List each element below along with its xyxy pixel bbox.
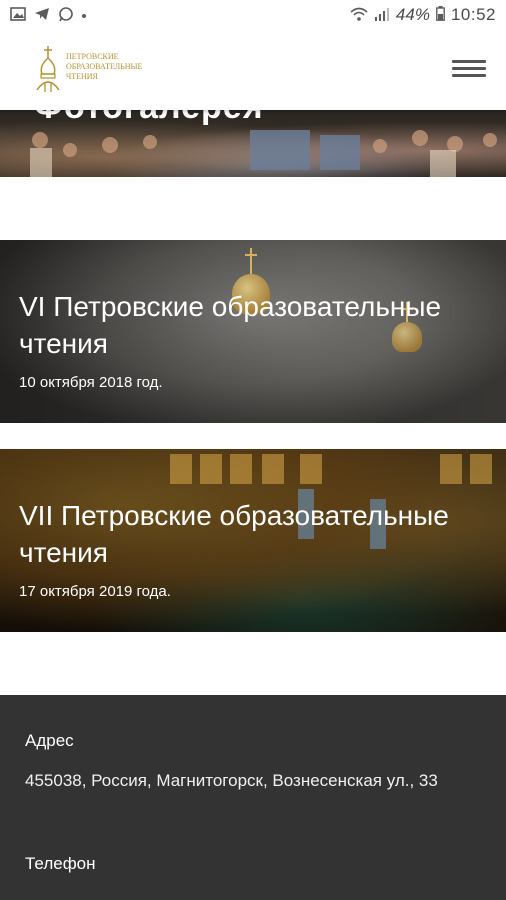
event-card[interactable]: VII Петровские образовательные чтения 17… [0,449,506,632]
status-bar: 44% 10:52 [0,0,506,30]
wifi-icon [350,7,368,24]
site-logo[interactable]: Петровские образовательные чтения [33,44,143,96]
address-label: Адрес [25,731,74,750]
cross-icon [245,248,257,274]
signal-icon [374,7,390,24]
event-title: VI Петровские образовательные чтения [19,291,442,359]
whatsapp-icon [58,6,74,25]
event-card[interactable]: VI Петровские образовательные чтения 10 … [0,240,506,423]
phone-label: Телефон [25,854,96,873]
telegram-icon [34,7,50,24]
battery-percent: 44% [395,5,430,24]
event-date: 17 октября 2019 года. [19,583,171,600]
gallery-banner[interactable]: Фотогалерея [0,110,506,177]
gallery-title: Фотогалерея [34,110,264,127]
clock: 10:52 [450,5,496,24]
site-header: Петровские образовательные чтения [0,30,506,110]
logo-text: Петровские образовательные чтения [66,52,143,81]
image-icon [10,7,26,24]
dot-icon [82,13,86,18]
event-title: VII Петровские образовательные чтения [19,500,449,568]
address-value: 455038, Россия, Магнитогорск, Вознесенск… [25,771,438,790]
site-footer: Адрес 455038, Россия, Магнитогорск, Возн… [0,695,506,900]
hamburger-menu-icon[interactable] [452,60,486,78]
battery-icon [436,6,445,24]
church-logo-icon [36,46,60,92]
event-date: 10 октября 2018 год. [19,374,163,391]
